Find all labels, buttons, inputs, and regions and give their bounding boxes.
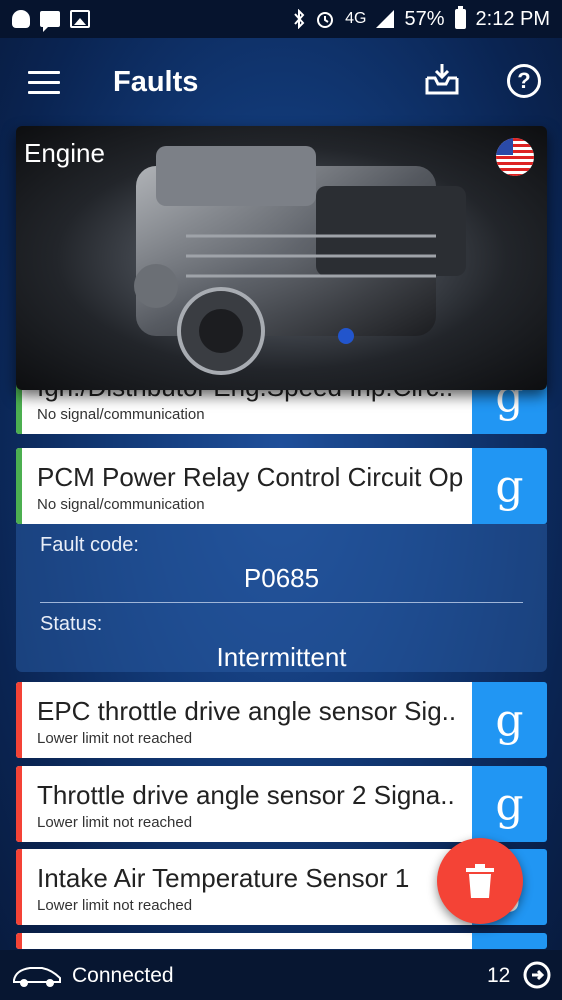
help-icon[interactable]: ?: [507, 64, 541, 98]
app-bar: Faults ?: [0, 38, 562, 126]
menu-icon[interactable]: [28, 71, 60, 95]
photo-icon: [70, 10, 90, 28]
status-bar: 4G 57% 2:12 PM: [0, 0, 562, 38]
bluetooth-icon: [294, 9, 305, 29]
battery-icon: [454, 6, 466, 29]
chat-icon: [40, 11, 60, 32]
fault-subtitle: Lower limit not reached: [37, 730, 193, 747]
car-icon: [13, 967, 61, 987]
status-value: Intermittent: [216, 642, 347, 672]
battery-percent: 57%: [404, 7, 445, 30]
snapchat-icon: [12, 10, 30, 28]
fault-subtitle: No signal/communication: [37, 406, 205, 423]
fault-item[interactable]: [16, 933, 547, 949]
google-search-button[interactable]: g: [472, 682, 547, 758]
inbox-download-icon[interactable]: [424, 62, 460, 96]
fault-item[interactable]: Throttle drive angle sensor 2 Signa.. Lo…: [16, 766, 547, 842]
fault-item[interactable]: EPC throttle drive angle sensor Sig.. Lo…: [16, 682, 547, 758]
fault-item-body[interactable]: Throttle drive angle sensor 2 Signa.. Lo…: [16, 766, 472, 842]
google-search-button[interactable]: g: [472, 448, 547, 524]
alarm-icon: [317, 12, 334, 28]
fault-title: PCM Power Relay Control Circuit Op: [37, 462, 464, 492]
fault-code-value: P0685: [243, 563, 320, 593]
fault-title: Throttle drive angle sensor 2 Signa..: [37, 780, 455, 810]
fault-title: EPC throttle drive angle sensor Sig..: [37, 696, 457, 726]
fault-subtitle: Lower limit not reached: [37, 814, 193, 831]
status-label: Status:: [40, 613, 103, 635]
divider: [40, 602, 523, 603]
signal-icon: [376, 10, 395, 28]
fault-item[interactable]: PCM Power Relay Control Circuit Op No si…: [16, 448, 547, 524]
fault-item-body[interactable]: [16, 933, 472, 949]
engine-header-card: Engine: [16, 126, 547, 390]
fault-item-body[interactable]: EPC throttle drive angle sensor Sig.. Lo…: [16, 682, 472, 758]
google-search-button[interactable]: [472, 933, 547, 949]
fault-code-label: Fault code:: [40, 534, 139, 556]
trash-icon: [466, 864, 494, 898]
fault-details-panel: Fault code: P0685 Status: Intermittent: [16, 524, 547, 672]
fault-subtitle: Lower limit not reached: [37, 897, 193, 914]
fault-item-body[interactable]: Intake Air Temperature Sensor 1 Lower li…: [16, 849, 472, 925]
google-search-button[interactable]: g: [472, 766, 547, 842]
disconnect-icon[interactable]: [522, 960, 552, 990]
bottom-bar: Connected 12: [0, 950, 562, 1000]
fault-item-body[interactable]: PCM Power Relay Control Circuit Op No si…: [16, 448, 472, 524]
fault-subtitle: No signal/communication: [37, 496, 205, 513]
fault-title: Intake Air Temperature Sensor 1: [37, 863, 410, 893]
header-title: Engine: [24, 138, 105, 168]
us-flag-icon[interactable]: [496, 138, 534, 176]
clock: 2:12 PM: [475, 7, 550, 30]
delete-faults-button[interactable]: [437, 838, 523, 924]
page-title: Faults: [113, 66, 199, 98]
fault-count: 12: [487, 964, 511, 987]
network-type: 4G: [345, 10, 367, 27]
connection-status: Connected: [72, 964, 174, 987]
